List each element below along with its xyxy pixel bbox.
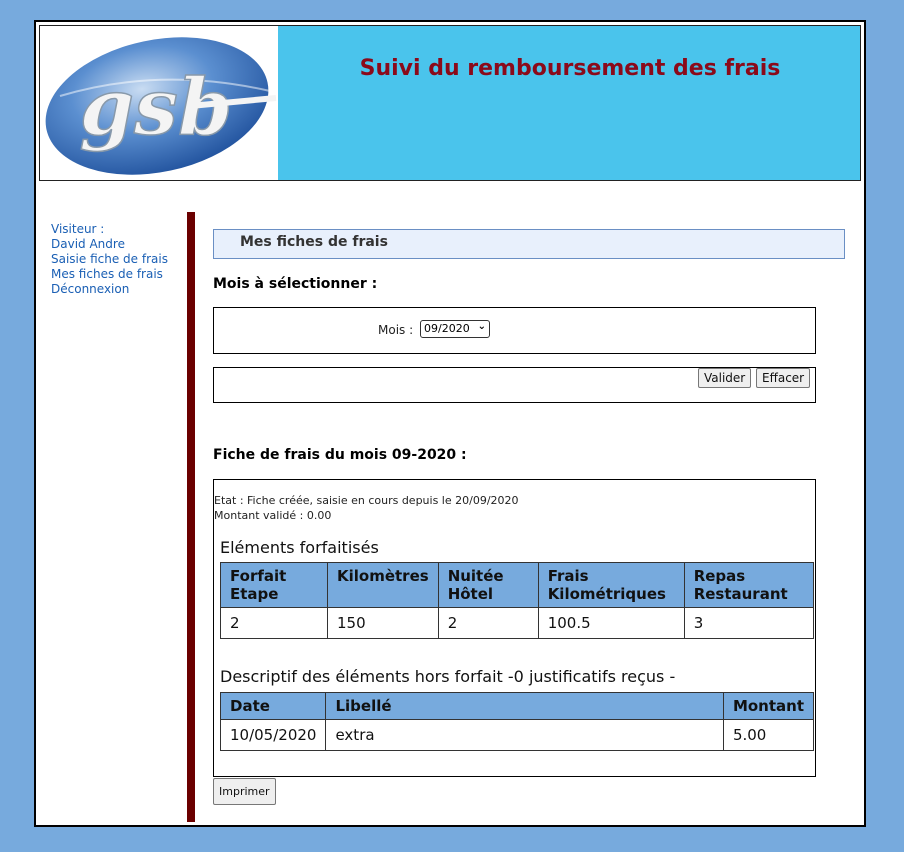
menu-item-saisie-fiche[interactable]: Saisie fiche de frais bbox=[51, 252, 191, 267]
column-header: Forfait Etape bbox=[220, 562, 328, 608]
table-cell: 10/05/2020 bbox=[219, 719, 327, 751]
table-cell: 150 bbox=[327, 607, 439, 639]
header-banner: gsb Suivi du remboursement des frais bbox=[39, 25, 861, 181]
logo: gsb bbox=[40, 26, 278, 180]
validate-button[interactable]: Valider bbox=[698, 368, 752, 388]
forfait-caption: Eléments forfaitisés bbox=[220, 538, 379, 557]
month-selection-box: Mois : 09/2020 ⌄ bbox=[213, 307, 816, 354]
page-frame: gsb Suivi du remboursement des frais Vis… bbox=[34, 20, 866, 827]
menu-item-mes-fiches[interactable]: Mes fiches de frais bbox=[51, 267, 191, 282]
table-cell: 2 bbox=[220, 607, 328, 639]
sheet-heading: Fiche de frais du mois 09-2020 : bbox=[213, 447, 467, 463]
sheet-validated-amount: Montant validé : 0.00 bbox=[214, 509, 332, 522]
section-title: Mes fiches de frais bbox=[240, 234, 388, 250]
gsb-logo-icon: gsb bbox=[45, 37, 277, 175]
table-cell: 2 bbox=[437, 607, 539, 639]
month-select-value: 09/2020 bbox=[424, 322, 470, 335]
table-cell: 100.5 bbox=[537, 607, 685, 639]
sidebar-divider bbox=[187, 212, 195, 822]
print-button[interactable]: Imprimer bbox=[213, 778, 276, 805]
visitor-label: Visiteur : bbox=[51, 222, 105, 236]
month-heading: Mois à sélectionner : bbox=[213, 276, 378, 292]
visitor-name: David Andre bbox=[51, 237, 125, 251]
section-title-banner: Mes fiches de frais bbox=[213, 229, 845, 259]
app-title: Suivi du remboursement des frais bbox=[359, 56, 781, 81]
month-label: Mois : bbox=[378, 323, 414, 337]
svg-text:gsb: gsb bbox=[80, 62, 233, 153]
expense-sheet-box: Etat : Fiche créée, saisie en cours depu… bbox=[213, 479, 816, 777]
column-header: Repas Restaurant bbox=[683, 562, 815, 608]
table-cell: extra bbox=[325, 719, 724, 751]
column-header: Montant bbox=[722, 692, 815, 720]
month-select[interactable]: 09/2020 ⌄ bbox=[420, 320, 490, 338]
column-header: Libellé bbox=[325, 692, 724, 720]
table-row: 2 150 2 100.5 3 bbox=[220, 607, 815, 639]
hors-forfait-caption: Descriptif des éléments hors forfait -0 … bbox=[220, 667, 676, 686]
table-header-row: Forfait Etape Kilomètres Nuitée Hôtel Fr… bbox=[220, 562, 815, 608]
hors-forfait-table: Date Libellé Montant 10/05/2020 extra 5.… bbox=[219, 692, 815, 751]
table-cell: 5.00 bbox=[722, 719, 815, 751]
column-header: Frais Kilométriques bbox=[537, 562, 685, 608]
table-cell: 3 bbox=[683, 607, 815, 639]
clear-button[interactable]: Effacer bbox=[756, 368, 811, 388]
sheet-state: Etat : Fiche créée, saisie en cours depu… bbox=[214, 494, 519, 507]
table-header-row: Date Libellé Montant bbox=[219, 692, 815, 720]
table-row: 10/05/2020 extra 5.00 bbox=[219, 719, 815, 751]
menu-item-deconnexion[interactable]: Déconnexion bbox=[51, 282, 191, 297]
column-header: Kilomètres bbox=[327, 562, 439, 608]
column-header: Date bbox=[219, 692, 327, 720]
forfait-table: Forfait Etape Kilomètres Nuitée Hôtel Fr… bbox=[220, 562, 815, 639]
column-header: Nuitée Hôtel bbox=[437, 562, 539, 608]
sidebar-menu: Visiteur : David Andre Saisie fiche de f… bbox=[51, 222, 191, 297]
chevron-down-icon: ⌄ bbox=[477, 321, 486, 332]
form-buttons-box: Valider Effacer bbox=[213, 367, 816, 403]
